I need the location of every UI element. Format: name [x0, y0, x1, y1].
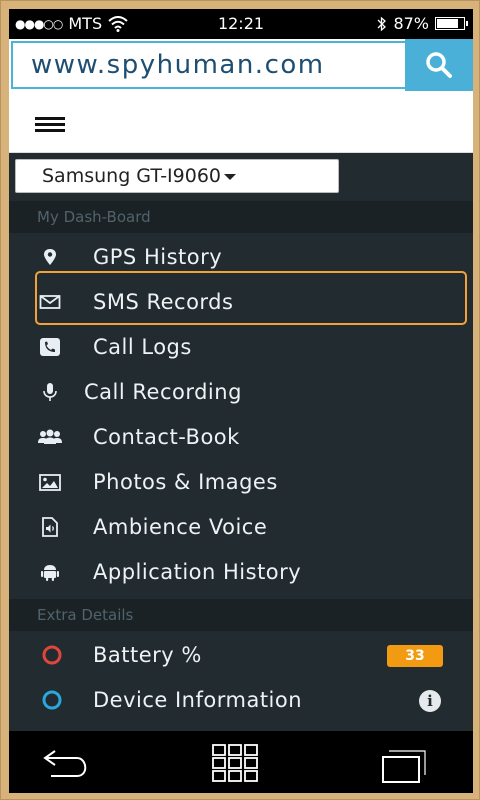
phone-icon	[40, 338, 60, 356]
sidebar-item-photos-images[interactable]: Photos & Images	[9, 460, 473, 504]
sidebar-item-contact-book[interactable]: Contact-Book	[9, 415, 473, 459]
bluetooth-icon	[377, 16, 387, 31]
section-extra-details: Extra Details	[9, 599, 473, 631]
battery-percent: 87%	[393, 14, 429, 33]
sidebar-item-ambience-voice[interactable]: Ambience Voice	[9, 505, 473, 549]
sidebar-item-label: Ambience Voice	[93, 515, 268, 539]
sidebar-item-battery[interactable]: Battery % 33	[9, 633, 473, 677]
hamburger-menu-icon[interactable]	[35, 117, 65, 132]
audio-file-icon	[42, 517, 58, 537]
battery-icon	[435, 17, 468, 30]
info-icon[interactable]: i	[419, 690, 441, 712]
circle-red-icon	[42, 645, 62, 665]
battery-fill	[437, 19, 459, 28]
section-my-dashboard: My Dash-Board	[9, 201, 473, 233]
android-icon	[41, 565, 59, 581]
sidebar-item-label: Photos & Images	[93, 470, 278, 494]
status-bar: ●●●○○ MTS 12:21 87%	[9, 9, 473, 39]
search-button[interactable]	[405, 39, 473, 91]
sidebar-item-label: Contact-Book	[93, 425, 240, 449]
back-icon[interactable]	[41, 745, 95, 779]
sidebar-item-label: Call Recording	[84, 380, 242, 404]
browser-url-bar: www.spyhuman.com	[9, 39, 473, 91]
circle-blue-icon	[42, 690, 62, 710]
page-header	[9, 91, 473, 153]
sidebar-item-call-logs[interactable]: Call Logs	[9, 325, 473, 369]
microphone-icon	[43, 383, 57, 401]
device-select[interactable]: Samsung GT-I9060	[15, 159, 339, 193]
sidebar-item-label: Application History	[93, 560, 302, 584]
sidebar-item-label: Call Logs	[93, 335, 192, 359]
sidebar-item-label: Device Information	[93, 688, 303, 712]
sidebar-item-label: Battery %	[93, 643, 202, 667]
location-pin-icon	[44, 249, 56, 265]
sidebar-item-call-recording[interactable]: Call Recording	[9, 370, 473, 414]
sidebar-item-device-information[interactable]: Device Information i	[9, 678, 473, 722]
users-icon	[38, 429, 62, 444]
selected-item-highlight	[35, 271, 467, 325]
url-input[interactable]: www.spyhuman.com	[11, 41, 407, 89]
android-nav-bar	[9, 731, 473, 793]
phone-frame: ●●●○○ MTS 12:21 87% www.spyhuman.com Sam…	[0, 0, 480, 800]
battery-badge: 33	[387, 645, 443, 667]
apps-grid-icon[interactable]	[211, 743, 259, 783]
caret-down-icon	[224, 173, 237, 180]
sidebar-item-application-history[interactable]: Application History	[9, 550, 473, 594]
recent-apps-icon[interactable]	[379, 745, 431, 785]
phone-screen: ●●●○○ MTS 12:21 87% www.spyhuman.com Sam…	[9, 9, 473, 793]
image-icon	[39, 474, 61, 491]
device-select-value: Samsung GT-I9060	[42, 165, 222, 187]
search-icon	[426, 52, 452, 78]
